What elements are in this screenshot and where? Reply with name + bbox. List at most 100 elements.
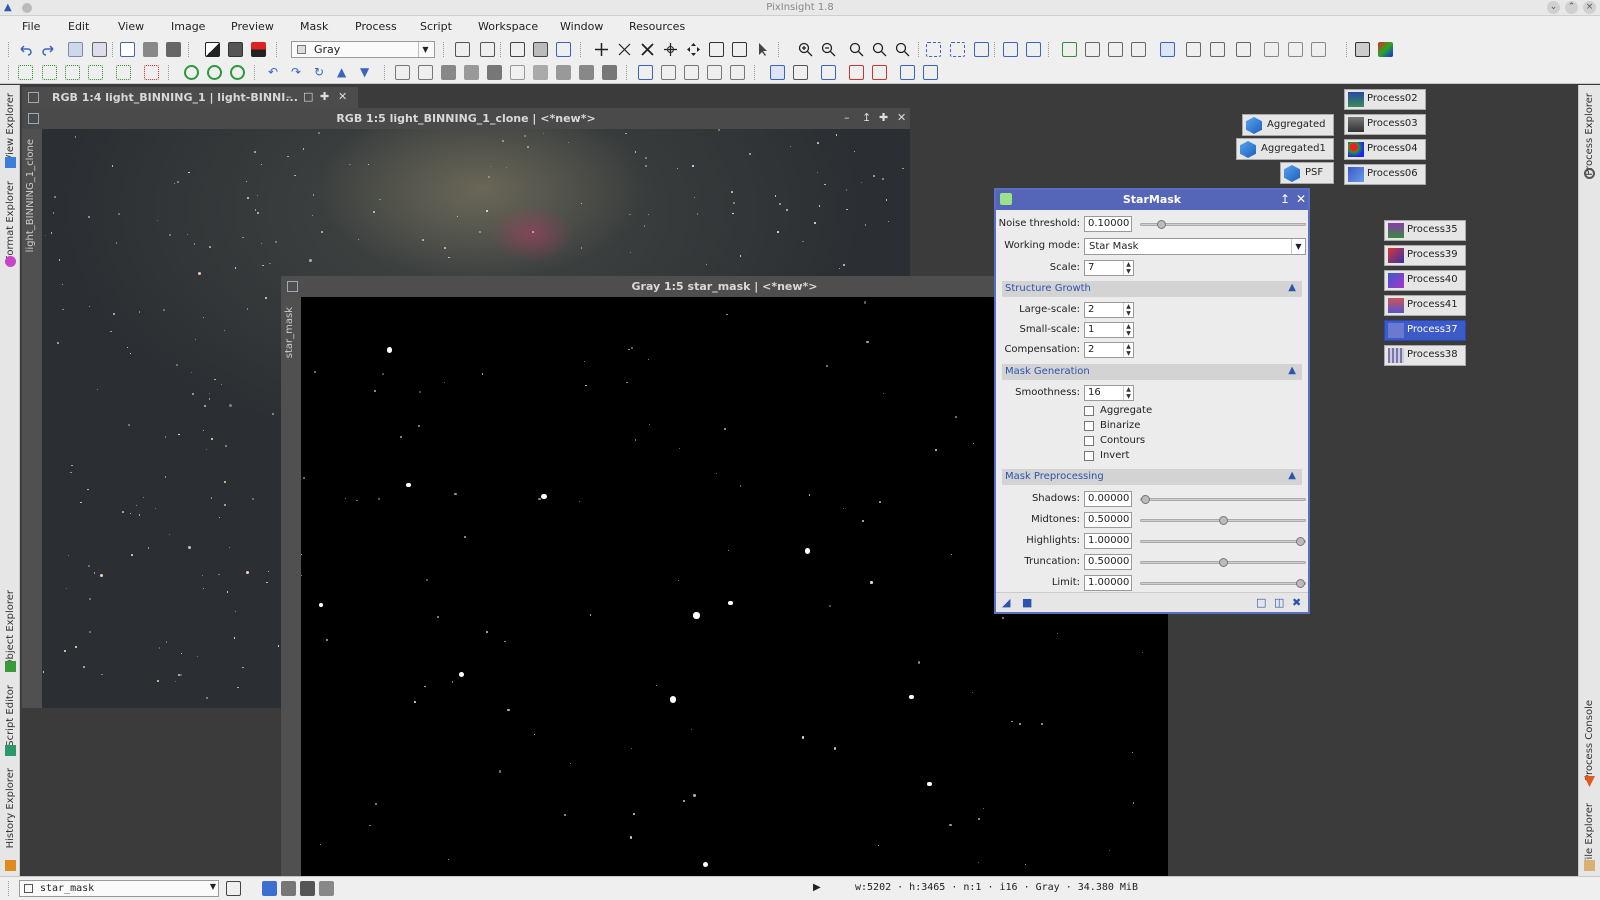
mask-j-icon[interactable] xyxy=(602,65,617,80)
truncation-slider[interactable] xyxy=(1140,558,1306,567)
section-mask-generation[interactable]: Mask Generation ▲ xyxy=(1002,364,1302,380)
close-icon[interactable]: ✕ xyxy=(897,111,906,124)
screen-a-icon[interactable] xyxy=(770,65,785,80)
spin-arrows-icon[interactable]: ▲ ▼ xyxy=(1123,323,1133,337)
image-icon[interactable] xyxy=(143,42,158,57)
preview-mode-icon[interactable] xyxy=(1160,42,1175,57)
tab-file-explorer[interactable]: File Explorer xyxy=(1584,803,1595,865)
spin-arrows-icon[interactable]: ▲ ▼ xyxy=(1123,386,1133,400)
readout-mode-icon[interactable] xyxy=(732,42,747,57)
channel-icon[interactable] xyxy=(455,42,470,57)
collapse-section-icon[interactable]: ▲ xyxy=(1288,365,1296,376)
collapse-icon[interactable]: ↥ xyxy=(1280,192,1290,206)
grid-c-icon[interactable] xyxy=(65,65,80,80)
tab-process-explorer[interactable]: Process Explorer xyxy=(1584,93,1595,176)
zoom-fit-window-icon[interactable] xyxy=(872,42,887,57)
slider-handle[interactable] xyxy=(1218,516,1228,525)
screen-c-icon[interactable] xyxy=(821,65,836,80)
highlights-input[interactable]: 1.00000 xyxy=(1084,533,1132,549)
process-icon-process39[interactable]: Process39 xyxy=(1384,245,1466,266)
zoom-optimal-icon[interactable] xyxy=(895,42,910,57)
zoom-in-icon[interactable] xyxy=(798,42,813,57)
view-d-icon[interactable] xyxy=(707,65,722,80)
menu-mask[interactable]: Mask xyxy=(300,20,328,33)
expand-all-icon[interactable]: ✖ xyxy=(1292,597,1303,608)
play-icon[interactable]: ▶ xyxy=(813,882,828,897)
process-icon-process41[interactable]: Process41 xyxy=(1384,295,1466,316)
mask-a-icon[interactable] xyxy=(395,65,410,80)
color-space-select[interactable]: Gray ▼ xyxy=(291,41,435,58)
mask-d-icon[interactable] xyxy=(464,65,479,80)
checkbox-box[interactable] xyxy=(1084,451,1094,461)
new-instance-icon[interactable]: ◢ xyxy=(1002,597,1013,608)
mask-h-icon[interactable] xyxy=(556,65,571,80)
slider-handle[interactable] xyxy=(1296,579,1305,588)
close-icon[interactable]: × xyxy=(1583,1,1596,14)
window-title-bar[interactable]: RGB 1:4 light_BINNING_1 | light-BINNI...… xyxy=(22,87,358,108)
dialog-title-bar[interactable]: StarMask ↥ ✕ xyxy=(996,190,1308,210)
midtones-slider[interactable] xyxy=(1140,516,1306,525)
menu-preview[interactable]: Preview xyxy=(231,20,274,33)
menu-script[interactable]: Script xyxy=(420,20,452,33)
redo-icon[interactable] xyxy=(41,42,56,57)
menu-edit[interactable]: Edit xyxy=(68,20,89,33)
spin-arrows-icon[interactable]: ▲ ▼ xyxy=(1123,261,1133,275)
noise-threshold-input[interactable]: 0.10000 xyxy=(1084,216,1132,232)
render-mode-c-icon[interactable] xyxy=(300,881,315,896)
maximize-view-icon[interactable] xyxy=(974,42,989,57)
new-image-icon[interactable] xyxy=(120,42,135,57)
expand-icon[interactable] xyxy=(640,42,655,57)
menu-process[interactable]: Process xyxy=(355,20,397,33)
process-icon-process06[interactable]: Process06 xyxy=(1344,164,1426,185)
spin-arrows-icon[interactable]: ▲ ▼ xyxy=(1123,303,1133,317)
grid-a-icon[interactable] xyxy=(18,65,33,80)
mask-i-icon[interactable] xyxy=(579,65,594,80)
spin-arrows-icon[interactable]: ▲ ▼ xyxy=(1123,343,1133,357)
screen-e-icon[interactable] xyxy=(872,65,887,80)
process-icon-process04[interactable]: Process04 xyxy=(1344,139,1426,160)
fit-view-icon[interactable] xyxy=(926,42,941,57)
tab-format-explorer[interactable]: Format Explorer xyxy=(5,181,16,261)
rotate-ccw-icon[interactable]: ↶ xyxy=(268,65,283,80)
window-stack-icon[interactable] xyxy=(533,42,548,57)
grid-b-icon[interactable] xyxy=(42,65,57,80)
process-icon-process35[interactable]: Process35 xyxy=(1384,220,1466,241)
statusbar-handle[interactable] xyxy=(8,881,9,896)
menu-window[interactable]: Window xyxy=(560,20,603,33)
mask-c-icon[interactable] xyxy=(441,65,456,80)
mask-g-icon[interactable] xyxy=(533,65,548,80)
section-structure-growth[interactable]: Structure Growth ▲ xyxy=(1002,281,1302,297)
tab-view-explorer[interactable]: View Explorer xyxy=(5,93,16,162)
midtones-input[interactable]: 0.50000 xyxy=(1084,512,1132,528)
section-mask-preprocessing[interactable]: Mask Preprocessing ▲ xyxy=(1002,469,1302,485)
highlights-slider[interactable] xyxy=(1140,537,1306,546)
screen-d-icon[interactable] xyxy=(849,65,864,80)
window-icon[interactable] xyxy=(510,42,525,57)
image-window-light-binning-1[interactable]: RGB 1:4 light_BINNING_1 | light-BINNI...… xyxy=(22,87,358,108)
process-icon-process03[interactable]: Process03 xyxy=(1344,114,1426,135)
view-c-icon[interactable] xyxy=(684,65,699,80)
move-icon[interactable] xyxy=(686,42,701,57)
collapse-section-icon[interactable]: ▲ xyxy=(1288,470,1296,481)
smoothness-spinbox[interactable]: 16 ▲ ▼ xyxy=(1084,385,1134,401)
large-scale-spinbox[interactable]: 2 ▲ ▼ xyxy=(1084,302,1134,318)
process-c-icon[interactable] xyxy=(230,65,245,80)
truncation-input[interactable]: 0.50000 xyxy=(1084,554,1132,570)
process-b-icon[interactable] xyxy=(207,65,222,80)
process-icon-process02[interactable]: Process02 xyxy=(1344,89,1426,110)
slider-handle[interactable] xyxy=(1296,537,1305,546)
render-mode-b-icon[interactable] xyxy=(281,881,296,896)
process-a-icon[interactable] xyxy=(184,65,199,80)
grid-d-icon[interactable] xyxy=(88,65,103,80)
render-mode-a-icon[interactable] xyxy=(262,881,277,896)
apply-global-icon[interactable]: ■ xyxy=(1022,597,1033,608)
shade-icon[interactable]: ↥ xyxy=(862,111,871,124)
preview-edit-icon[interactable] xyxy=(1085,42,1100,57)
compensation-spinbox[interactable]: 2 ▲ ▼ xyxy=(1084,342,1134,358)
scale-spinbox[interactable]: 7 ▲ ▼ xyxy=(1084,260,1134,276)
noise-threshold-slider[interactable] xyxy=(1140,220,1306,229)
maximize-icon[interactable]: ✚ xyxy=(320,90,329,103)
invert-mask-icon[interactable] xyxy=(251,42,266,57)
process-icon-aggregated1[interactable]: Aggregated1 xyxy=(1236,138,1334,160)
mask-b-icon[interactable] xyxy=(418,65,433,80)
